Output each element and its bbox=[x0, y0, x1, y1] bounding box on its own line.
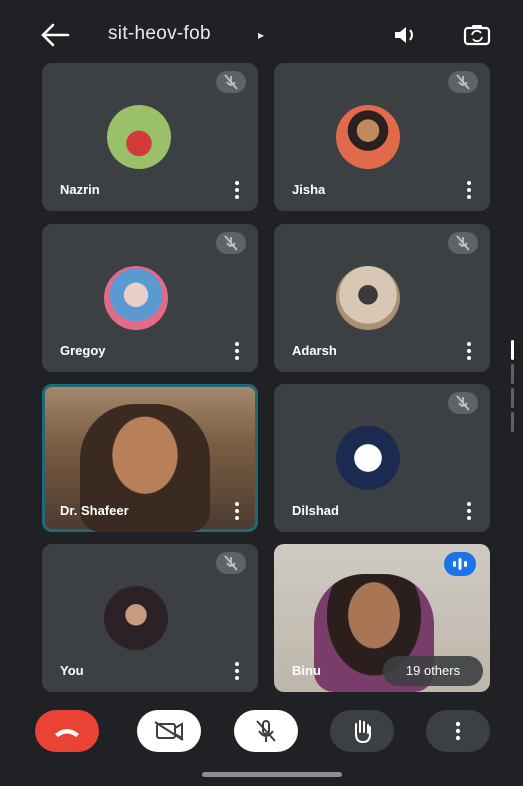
avatar bbox=[336, 266, 400, 330]
call-controls bbox=[0, 705, 523, 765]
speaking-indicator-icon bbox=[444, 552, 476, 576]
meet-screen: sit-heov-fob ▸ Nazrin Jisha Gregoy Adars… bbox=[0, 0, 523, 786]
speaker-icon[interactable] bbox=[393, 24, 419, 46]
scroll-indicator[interactable] bbox=[511, 340, 515, 445]
avatar bbox=[336, 426, 400, 490]
participant-tile[interactable]: Gregoy bbox=[42, 224, 258, 372]
avatar bbox=[107, 105, 171, 169]
more-vert-icon[interactable] bbox=[234, 662, 240, 680]
avatar bbox=[104, 586, 168, 650]
participant-name: Jisha bbox=[292, 182, 326, 197]
participant-name: Gregoy bbox=[60, 343, 106, 358]
participant-name: Binu bbox=[292, 663, 321, 678]
raise-hand-button[interactable] bbox=[330, 710, 394, 752]
participant-tile[interactable]: Jisha bbox=[274, 63, 490, 211]
arrow-back-icon[interactable] bbox=[40, 22, 70, 48]
top-bar: sit-heov-fob ▸ bbox=[0, 10, 523, 60]
more-vert-icon[interactable] bbox=[466, 502, 472, 520]
participant-tile-video[interactable]: Dr. Shafeer bbox=[42, 384, 258, 532]
participant-tile-self[interactable]: You bbox=[42, 544, 258, 692]
mic-off-icon bbox=[448, 392, 478, 414]
participant-tile[interactable]: Adarsh bbox=[274, 224, 490, 372]
more-vert-icon[interactable] bbox=[234, 502, 240, 520]
more-vert-icon bbox=[455, 721, 461, 741]
mic-off-icon bbox=[256, 720, 276, 742]
home-indicator[interactable] bbox=[202, 772, 342, 777]
more-vert-icon[interactable] bbox=[466, 342, 472, 360]
mic-off-icon bbox=[216, 71, 246, 93]
end-call-icon bbox=[55, 729, 79, 737]
more-vert-icon[interactable] bbox=[466, 181, 472, 199]
mic-off-icon bbox=[216, 552, 246, 574]
avatar bbox=[104, 266, 168, 330]
participant-tile[interactable]: Nazrin bbox=[42, 63, 258, 211]
raise-hand-icon bbox=[355, 720, 371, 744]
participant-name: Nazrin bbox=[60, 182, 100, 197]
avatar bbox=[336, 105, 400, 169]
others-badge[interactable]: 19 others bbox=[383, 656, 483, 686]
participant-name: Dilshad bbox=[292, 503, 339, 518]
mic-off-icon bbox=[216, 232, 246, 254]
participant-name: You bbox=[60, 663, 84, 678]
meeting-details-caret[interactable]: ▸ bbox=[258, 28, 264, 42]
more-vert-icon[interactable] bbox=[234, 181, 240, 199]
mic-off-icon bbox=[448, 71, 478, 93]
camera-toggle-button[interactable] bbox=[137, 710, 201, 752]
end-call-button[interactable] bbox=[35, 710, 99, 752]
participant-tile[interactable]: Dilshad bbox=[274, 384, 490, 532]
more-vert-icon[interactable] bbox=[234, 342, 240, 360]
mic-toggle-button[interactable] bbox=[234, 710, 298, 752]
more-options-button[interactable] bbox=[426, 710, 490, 752]
meeting-code[interactable]: sit-heov-fob bbox=[108, 23, 211, 45]
camera-off-icon bbox=[154, 721, 184, 741]
flip-camera-icon[interactable] bbox=[462, 22, 492, 48]
participant-name: Dr. Shafeer bbox=[60, 503, 129, 518]
mic-off-icon bbox=[448, 232, 478, 254]
participant-name: Adarsh bbox=[292, 343, 337, 358]
